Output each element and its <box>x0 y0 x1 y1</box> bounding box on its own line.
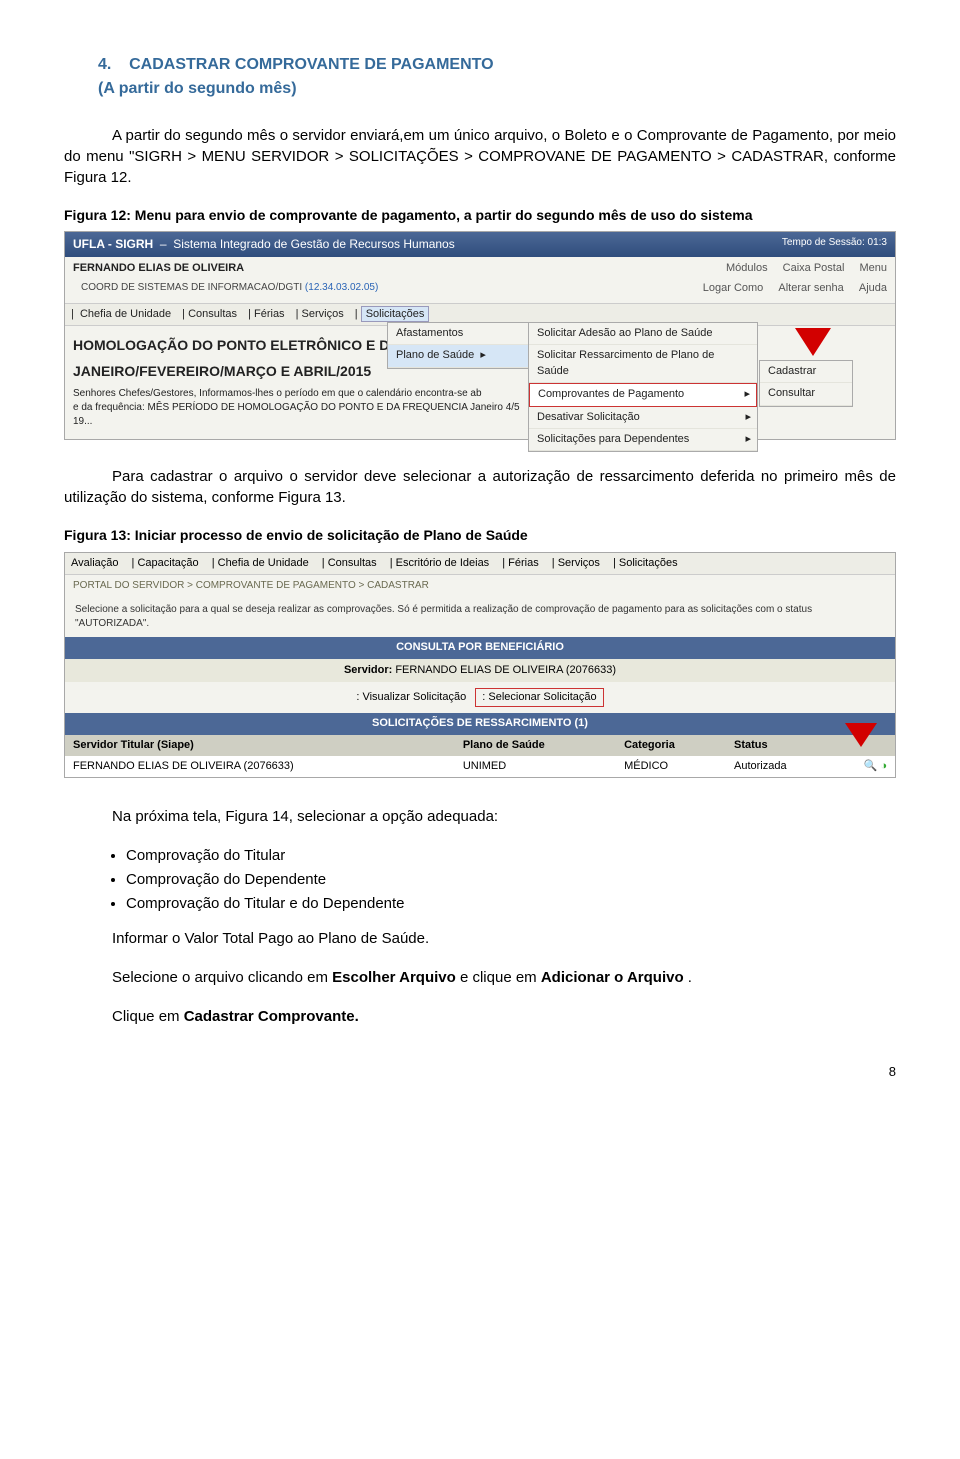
link-ajuda[interactable]: Ajuda <box>859 282 887 294</box>
m2-ferias[interactable]: Férias <box>508 557 539 569</box>
coord-code: (12.34.03.02.05) <box>305 282 378 293</box>
td-categoria: MÉDICO <box>616 756 726 777</box>
paragraph-3c: Selecione o arquivo clicando em Escolher… <box>112 967 896 988</box>
m2-escritorio[interactable]: Escritório de Ideias <box>396 557 490 569</box>
cadastrar-comprovante: Cadastrar Comprovante. <box>184 1008 359 1025</box>
section-bar-consulta: CONSULTA POR BENEFICIÁRIO <box>65 637 895 658</box>
paragraph-3a: Na próxima tela, Figura 14, selecionar a… <box>64 806 896 827</box>
servidor-row: Servidor: FERNANDO ELIAS DE OLIVEIRA (20… <box>65 659 895 682</box>
magnifier-icon[interactable]: 🔍 <box>864 760 878 772</box>
submenu-level3: Cadastrar Consultar <box>759 360 853 407</box>
figure13-caption: Figura 13: Iniciar processo de envio de … <box>64 526 896 546</box>
top-links-2: Logar Como Alterar senha Ajuda <box>691 281 887 299</box>
app-full-title: Sistema Integrado de Gestão de Recursos … <box>173 237 454 251</box>
section-title: CADASTRAR COMPROVANTE DE PAGAMENTO <box>129 56 493 73</box>
legend-visualizar: : Visualizar Solicitação <box>356 691 466 703</box>
m2-consultas[interactable]: Consultas <box>328 557 377 569</box>
table-row[interactable]: FERNANDO ELIAS DE OLIVEIRA (2076633) UNI… <box>65 756 895 777</box>
th-categoria: Categoria <box>616 735 726 756</box>
menu-chefia[interactable]: Chefia de Unidade <box>80 308 171 320</box>
page-number: 8 <box>64 1063 896 1081</box>
th-status: Status <box>726 735 839 756</box>
bullet-dependente: Comprovação do Dependente <box>126 869 896 890</box>
servidor-label: Servidor: <box>344 664 392 676</box>
app-short-title: UFLA - SIGRH <box>73 237 153 251</box>
menu-consultas[interactable]: Consultas <box>188 308 237 320</box>
user-infobar-2: COORD DE SISTEMAS DE INFORMACAO/DGTI (12… <box>65 281 895 303</box>
select-icon[interactable]: ◑ <box>880 760 887 772</box>
td-servidor: FERNANDO ELIAS DE OLIVEIRA (2076633) <box>65 756 455 777</box>
submenu1-plano-saude[interactable]: Plano de Saúde ▸ <box>388 345 528 367</box>
section-subtitle: (A partir do segundo mês) <box>98 78 896 100</box>
section-bar-solicitacoes: SOLICITAÇÕES DE RESSARCIMENTO (1) <box>65 713 895 734</box>
link-logar[interactable]: Logar Como <box>703 282 764 294</box>
session-timer: Tempo de Sessão: 01:3 <box>782 236 887 250</box>
escolher-arquivo: Escolher Arquivo <box>332 969 456 986</box>
figure12-screenshot: UFLA - SIGRH – Sistema Integrado de Gest… <box>64 231 896 440</box>
link-alterar-senha[interactable]: Alterar senha <box>778 282 843 294</box>
red-arrow-icon <box>795 328 831 356</box>
bullet-list: Comprovação do Titular Comprovação do De… <box>126 845 896 914</box>
paragraph-3d: Clique em Cadastrar Comprovante. <box>112 1006 896 1027</box>
user-coord: COORD DE SISTEMAS DE INFORMACAO/DGTI (12… <box>73 281 386 299</box>
submenu2-desativar[interactable]: Desativar Solicitação <box>529 407 757 429</box>
td-status: Autorizada <box>726 756 839 777</box>
menu-ferias[interactable]: Férias <box>254 308 285 320</box>
submenu-level2: Solicitar Adesão ao Plano de Saúde Solic… <box>528 322 758 452</box>
th-plano: Plano de Saúde <box>455 735 616 756</box>
ressarcimento-table: Servidor Titular (Siape) Plano de Saúde … <box>65 735 895 778</box>
submenu1-afastamentos[interactable]: Afastamentos <box>388 323 528 345</box>
link-menu[interactable]: Menu <box>859 262 887 274</box>
menu-servicos[interactable]: Serviços <box>302 308 344 320</box>
m2-solicitacoes[interactable]: Solicitações <box>619 557 678 569</box>
servidor-value: FERNANDO ELIAS DE OLIVEIRA (2076633) <box>395 664 616 676</box>
breadcrumb: PORTAL DO SERVIDOR > COMPROVANTE DE PAGA… <box>65 575 895 597</box>
adicionar-arquivo: Adicionar o Arquivo <box>541 969 684 986</box>
submenu-level1: Afastamentos Plano de Saúde ▸ <box>387 322 529 369</box>
submenu2-adesao[interactable]: Solicitar Adesão ao Plano de Saúde <box>529 323 757 345</box>
instruction-note: Selecione a solicitação para a qual se d… <box>65 597 895 637</box>
link-caixa-postal[interactable]: Caixa Postal <box>783 262 845 274</box>
submenu2-ressarcimento[interactable]: Solicitar Ressarcimento de Plano de Saúd… <box>529 345 757 383</box>
m2-servicos[interactable]: Serviços <box>558 557 600 569</box>
msg-line-3: 19... <box>73 415 887 429</box>
m2-capacitacao[interactable]: Capacitação <box>137 557 198 569</box>
submenu2-comprovantes[interactable]: Comprovantes de Pagamento <box>529 383 757 406</box>
submenu3-consultar[interactable]: Consultar <box>760 383 852 405</box>
bullet-titular: Comprovação do Titular <box>126 845 896 866</box>
table-header-row: Servidor Titular (Siape) Plano de Saúde … <box>65 735 895 756</box>
paragraph-2: Para cadastrar o arquivo o servidor deve… <box>64 466 896 508</box>
fig13-menubar: Avaliação | Capacitação | Chefia de Unid… <box>65 553 895 575</box>
figure12-caption: Figura 12: Menu para envio de comprovant… <box>64 206 896 226</box>
user-infobar: FERNANDO ELIAS DE OLIVEIRA Módulos Caixa… <box>65 257 895 280</box>
th-servidor: Servidor Titular (Siape) <box>65 735 455 756</box>
td-plano: UNIMED <box>455 756 616 777</box>
paragraph-3b: Informar o Valor Total Pago ao Plano de … <box>112 928 896 949</box>
top-links: Módulos Caixa Postal Menu <box>714 261 887 276</box>
link-modulos[interactable]: Módulos <box>726 262 768 274</box>
menu-solicitacoes[interactable]: Solicitações <box>361 306 430 322</box>
submenu3-cadastrar[interactable]: Cadastrar <box>760 361 852 383</box>
m2-avaliacao[interactable]: Avaliação <box>71 557 119 569</box>
legend-row: : Visualizar Solicitação : Selecionar So… <box>65 682 895 713</box>
m2-chefia[interactable]: Chefia de Unidade <box>218 557 309 569</box>
legend-selecionar: : Selecionar Solicitação <box>475 688 603 707</box>
fig12-content: HOMOLOGAÇÃO DO PONTO ELETRÔNICO E DA FRI… <box>65 326 895 439</box>
submenu2-dependentes[interactable]: Solicitações para Dependentes <box>529 429 757 451</box>
figure13-screenshot: Avaliação | Capacitação | Chefia de Unid… <box>64 552 896 779</box>
red-arrow-icon <box>845 723 877 747</box>
section-number: 4. <box>98 56 111 73</box>
bullet-titular-dependente: Comprovação do Titular e do Dependente <box>126 893 896 914</box>
user-name: FERNANDO ELIAS DE OLIVEIRA <box>73 261 244 276</box>
app-titlebar: UFLA - SIGRH – Sistema Integrado de Gest… <box>65 232 895 257</box>
paragraph-1: A partir do segundo mês o servidor envia… <box>64 125 896 188</box>
section-heading: 4. CADASTRAR COMPROVANTE DE PAGAMENTO <box>98 54 896 76</box>
